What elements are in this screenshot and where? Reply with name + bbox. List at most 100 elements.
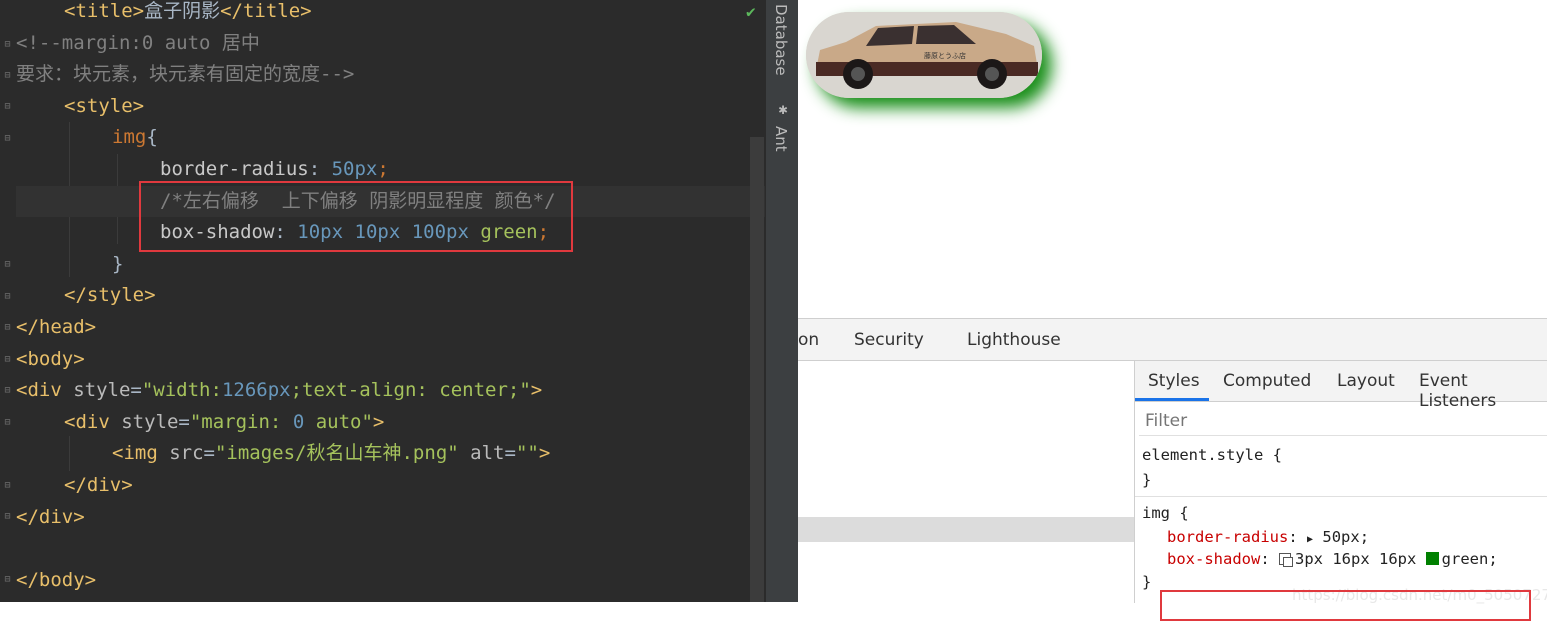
fold-marker-icon[interactable]: ⊟ bbox=[3, 134, 12, 144]
fold-marker-icon[interactable]: ⊟ bbox=[3, 575, 12, 585]
fold-marker-icon[interactable]: ⊟ bbox=[3, 481, 12, 491]
fold-marker-icon[interactable]: ⊟ bbox=[3, 386, 12, 396]
code-token: = bbox=[130, 379, 142, 402]
code-token: "" bbox=[515, 442, 539, 465]
border-radius-declaration[interactable]: border-radius: ▶ 50px; bbox=[1167, 528, 1369, 546]
code-line[interactable]: <!--margin:0 auto 居中 bbox=[16, 28, 765, 60]
color-swatch-icon[interactable] bbox=[1425, 552, 1439, 565]
tab-computed[interactable]: Computed bbox=[1223, 371, 1311, 391]
code-line[interactable]: </div> bbox=[16, 470, 765, 502]
expand-triangle-icon[interactable]: ▶ bbox=[1307, 534, 1313, 545]
code-line[interactable]: </style> bbox=[16, 280, 765, 312]
code-token: <div bbox=[16, 379, 74, 402]
code-token: <!--margin:0 auto 居中 bbox=[16, 31, 260, 54]
box-shadow-color[interactable]: green; bbox=[1442, 550, 1498, 568]
fold-marker-icon[interactable]: ⊟ bbox=[3, 102, 12, 112]
code-token: </div> bbox=[64, 474, 133, 496]
code-token: alt bbox=[470, 442, 505, 465]
styles-subtabs: Styles Computed Layout Event Listeners bbox=[1135, 361, 1547, 411]
code-token: auto" bbox=[304, 410, 373, 433]
code-token: <style> bbox=[64, 94, 145, 117]
code-token: </head> bbox=[16, 316, 97, 338]
code-token: ; bbox=[377, 158, 389, 180]
car-image: 藤原とうふ店 bbox=[806, 12, 1042, 98]
tab-security[interactable]: Security bbox=[854, 330, 924, 350]
tab-layout[interactable]: Layout bbox=[1337, 371, 1395, 391]
box-shadow-declaration[interactable]: box-shadow: 3px 16px 16px green; bbox=[1167, 550, 1498, 568]
highlight-box bbox=[1160, 590, 1531, 621]
code-line[interactable] bbox=[16, 533, 765, 565]
code-line[interactable]: </body> bbox=[16, 565, 765, 597]
editor-scrollbar[interactable] bbox=[750, 137, 764, 602]
editor-gutter: ⊟ ⊟ ⊟ ⊟ ⊟ ⊟ ⊟ ⊟ ⊟ ⊟ ⊟ ⊟ ⊟ bbox=[0, 0, 16, 602]
selected-dom-node[interactable] bbox=[798, 517, 1134, 542]
code-token: src bbox=[169, 442, 204, 465]
code-token: "width: bbox=[141, 379, 222, 402]
fold-marker-icon[interactable]: ⊟ bbox=[3, 512, 12, 522]
dom-tree-pane[interactable] bbox=[798, 361, 1135, 603]
code-token: > bbox=[530, 379, 543, 402]
fold-marker-icon[interactable]: ⊟ bbox=[3, 355, 12, 365]
element-style-close: } bbox=[1142, 471, 1152, 489]
code-line[interactable]: <body> bbox=[16, 344, 765, 376]
img-rule-selector[interactable]: img { bbox=[1142, 504, 1189, 522]
code-line[interactable]: </head> bbox=[16, 312, 765, 344]
code-token: = bbox=[203, 442, 215, 465]
box-shadow-prop[interactable]: box-shadow bbox=[1167, 550, 1260, 568]
inspection-ok-icon: ✔ bbox=[746, 2, 756, 21]
code-line[interactable]: 要求：块元素，块元素有固定的宽度--> bbox=[16, 59, 765, 91]
tab-event-listeners[interactable]: Event Listeners bbox=[1419, 371, 1547, 411]
code-line[interactable]: <img src="images/秋名山车神.png" alt=""> bbox=[16, 438, 765, 470]
code-token: = bbox=[178, 410, 190, 433]
code-token: 盒子阴影 bbox=[144, 0, 221, 22]
code-token: img bbox=[112, 126, 147, 149]
tab-application[interactable]: on bbox=[798, 330, 819, 350]
ant-bug-icon: ✱ bbox=[778, 100, 788, 118]
fold-marker-icon[interactable]: ⊟ bbox=[3, 418, 12, 428]
code-editor[interactable]: ⊟ ⊟ ⊟ ⊟ ⊟ ⊟ ⊟ ⊟ ⊟ ⊟ ⊟ ⊟ ⊟ <title>盒子阴影</t… bbox=[0, 0, 765, 602]
code-token: border-radius bbox=[160, 158, 309, 180]
code-token: style bbox=[121, 410, 179, 433]
code-token: style bbox=[73, 379, 131, 402]
code-token: 0 bbox=[292, 410, 305, 433]
code-line[interactable]: <div style="margin: 0 auto"> bbox=[16, 407, 765, 439]
code-token: "margin: bbox=[189, 410, 293, 433]
box-shadow-value[interactable]: 3px 16px 16px bbox=[1295, 550, 1416, 568]
rule-divider bbox=[1135, 496, 1547, 497]
code-token: > bbox=[538, 442, 551, 465]
shadow-editor-icon[interactable] bbox=[1279, 553, 1293, 567]
code-token: 50px bbox=[331, 158, 378, 180]
code-token: ;text-align: center;" bbox=[290, 379, 531, 402]
styles-filter-input[interactable]: Filter bbox=[1139, 406, 1547, 436]
fold-marker-icon[interactable]: ⊟ bbox=[3, 40, 12, 50]
highlight-box bbox=[139, 181, 573, 252]
code-line[interactable]: </div> bbox=[16, 502, 765, 534]
active-tab-indicator bbox=[1135, 398, 1209, 401]
border-radius-prop[interactable]: border-radius bbox=[1167, 528, 1288, 546]
tab-styles[interactable]: Styles bbox=[1148, 371, 1200, 391]
fold-marker-icon[interactable]: ⊟ bbox=[3, 323, 12, 333]
tab-lighthouse[interactable]: Lighthouse bbox=[967, 330, 1061, 350]
car-door-text: 藤原とうふ店 bbox=[924, 51, 966, 60]
code-token: <div bbox=[64, 410, 122, 433]
element-style-open[interactable]: element.style { bbox=[1142, 446, 1282, 464]
code-token: } bbox=[112, 252, 124, 275]
fold-marker-icon[interactable]: ⊟ bbox=[3, 260, 12, 270]
code-token: </title> bbox=[220, 0, 312, 22]
border-radius-value[interactable]: 50px; bbox=[1322, 528, 1369, 546]
code-token: > bbox=[372, 410, 385, 433]
right-tool-strip: Database ✱ Ant bbox=[765, 0, 799, 602]
code-token: <body> bbox=[16, 347, 85, 370]
code-line[interactable]: <title>盒子阴影</title> bbox=[16, 0, 765, 28]
code-line[interactable]: img{ bbox=[16, 122, 765, 154]
code-token: <img bbox=[112, 442, 170, 465]
fold-marker-icon[interactable]: ⊟ bbox=[3, 292, 12, 302]
code-line[interactable]: <style> bbox=[16, 91, 765, 123]
devtools-tabbar: on Security Lighthouse bbox=[798, 319, 1547, 361]
code-line[interactable]: <div style="width:1266px;text-align: cen… bbox=[16, 375, 765, 407]
tab-ant[interactable]: Ant bbox=[772, 126, 790, 152]
code-line[interactable]: } bbox=[16, 249, 765, 281]
fold-marker-icon[interactable]: ⊟ bbox=[3, 71, 12, 81]
tab-database[interactable]: Database bbox=[772, 4, 790, 76]
